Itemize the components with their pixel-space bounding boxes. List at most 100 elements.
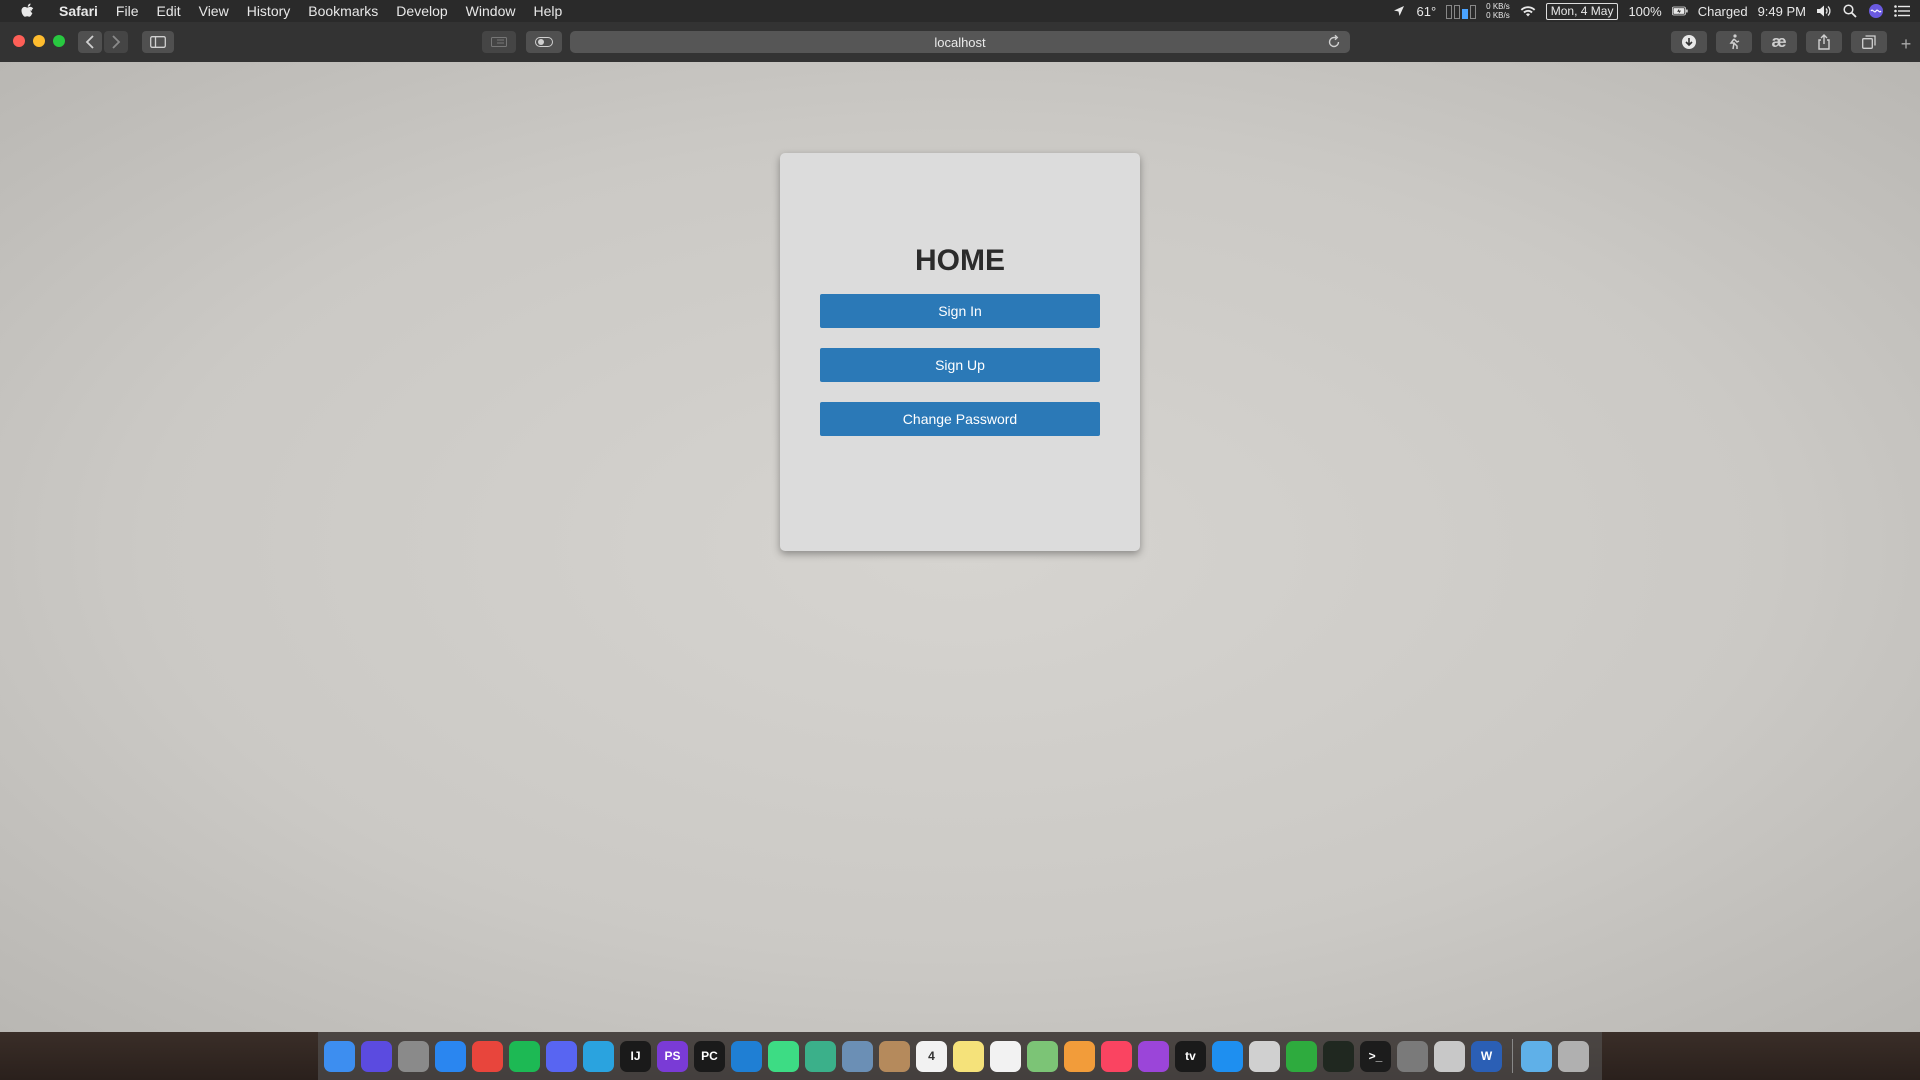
reader-mode-button[interactable] — [482, 31, 516, 53]
spotlight-search-icon[interactable] — [1842, 3, 1858, 19]
network-upload-speed: 0 KB/s — [1486, 2, 1510, 11]
menu-develop[interactable]: Develop — [387, 0, 456, 22]
volume-icon[interactable] — [1816, 3, 1832, 19]
intellij-label: IJ — [630, 1049, 641, 1063]
clock[interactable]: 9:49 PM — [1758, 4, 1806, 19]
music-icon[interactable] — [1101, 1040, 1132, 1072]
finder-icon[interactable] — [324, 1040, 355, 1072]
web-page: HOME Sign In Sign Up Change Password — [0, 62, 1920, 1032]
menu-edit[interactable]: Edit — [147, 0, 189, 22]
toggle-icon — [535, 37, 553, 47]
sign-in-button[interactable]: Sign In — [820, 294, 1100, 328]
launchpad-icon[interactable] — [398, 1040, 429, 1072]
menu-history[interactable]: History — [238, 0, 300, 22]
menu-bar: Safari File Edit View History Bookmarks … — [0, 0, 1920, 22]
download-icon — [1682, 35, 1696, 49]
battery-icon[interactable] — [1671, 3, 1688, 19]
photos-icon[interactable] — [1064, 1040, 1095, 1072]
sidebar-icon — [150, 36, 166, 48]
siri-icon[interactable] — [361, 1040, 392, 1072]
preview-icon[interactable] — [842, 1040, 873, 1072]
safari-icon[interactable] — [435, 1040, 466, 1072]
phpstorm-label: PS — [664, 1049, 681, 1063]
chevron-right-icon — [112, 35, 121, 49]
sidebar-toggle-button[interactable] — [142, 31, 174, 53]
tabs-icon — [1862, 35, 1876, 49]
podcasts-icon[interactable] — [1138, 1040, 1169, 1072]
app-menu-safari[interactable]: Safari — [50, 0, 107, 22]
spotify-icon[interactable] — [509, 1040, 540, 1072]
notes-icon[interactable] — [953, 1040, 984, 1072]
notification-center-icon[interactable] — [1894, 3, 1910, 19]
home-card: HOME Sign In Sign Up Change Password — [780, 153, 1140, 551]
address-url: localhost — [934, 34, 986, 50]
dock-separator — [1512, 1039, 1513, 1073]
dock: IJ PS PC 4 tv >_ W — [318, 1032, 1602, 1080]
terminal-icon[interactable]: >_ — [1360, 1040, 1391, 1072]
downloads-folder-icon[interactable] — [1521, 1040, 1552, 1072]
trash-icon[interactable] — [1558, 1040, 1589, 1072]
tab-overview-button[interactable] — [1851, 31, 1887, 53]
menu-file[interactable]: File — [107, 0, 148, 22]
activity-monitor-icon[interactable] — [1323, 1040, 1354, 1072]
ae-ligature-icon: æ — [1771, 32, 1787, 51]
calendar-icon[interactable]: 4 — [916, 1040, 947, 1072]
pycharm-icon[interactable]: PC — [694, 1040, 725, 1072]
battery-status[interactable]: Charged — [1698, 4, 1748, 19]
menu-help[interactable]: Help — [524, 0, 571, 22]
vscode-icon[interactable] — [731, 1040, 762, 1072]
globe-app-icon[interactable] — [1286, 1040, 1317, 1072]
script-editor-icon[interactable] — [1434, 1040, 1465, 1072]
reload-icon[interactable] — [1326, 34, 1342, 50]
discord-icon[interactable] — [546, 1040, 577, 1072]
security-agent-icon[interactable] — [1249, 1040, 1280, 1072]
wifi-icon[interactable] — [1520, 3, 1536, 19]
location-arrow-icon[interactable] — [1391, 3, 1407, 19]
change-password-button[interactable]: Change Password — [820, 402, 1100, 436]
intellij-icon[interactable]: IJ — [620, 1040, 651, 1072]
minimize-window-button[interactable] — [33, 35, 45, 47]
sign-up-button[interactable]: Sign Up — [820, 348, 1100, 382]
system-preferences-icon[interactable] — [1397, 1040, 1428, 1072]
running-figure-icon — [1729, 34, 1740, 50]
maps-icon[interactable] — [1027, 1040, 1058, 1072]
forward-button[interactable] — [104, 31, 128, 53]
apple-menu-icon[interactable] — [20, 3, 36, 19]
downloads-button[interactable] — [1671, 31, 1707, 53]
cpu-memory-meter-icon[interactable] — [1446, 3, 1477, 19]
menu-window[interactable]: Window — [457, 0, 525, 22]
extension-button-1[interactable] — [1716, 31, 1752, 53]
share-button[interactable] — [1806, 31, 1842, 53]
reminders-icon[interactable] — [990, 1040, 1021, 1072]
app-store-icon[interactable] — [1212, 1040, 1243, 1072]
date-display[interactable]: Mon, 4 May — [1545, 2, 1619, 20]
network-download-speed: 0 KB/s — [1486, 11, 1510, 20]
atom-icon[interactable] — [805, 1040, 836, 1072]
apple-tv-icon[interactable]: tv — [1175, 1040, 1206, 1072]
fullscreen-window-button[interactable] — [53, 35, 65, 47]
page-title: HOME — [915, 244, 1005, 277]
phpstorm-icon[interactable]: PS — [657, 1040, 688, 1072]
word-icon[interactable]: W — [1471, 1040, 1502, 1072]
menu-bookmarks[interactable]: Bookmarks — [299, 0, 387, 22]
chrome-icon[interactable] — [472, 1040, 503, 1072]
new-tab-button[interactable]: + — [1896, 34, 1916, 54]
back-button[interactable] — [78, 31, 102, 53]
address-bar[interactable]: localhost — [570, 31, 1350, 53]
word-label: W — [1480, 1049, 1493, 1063]
android-studio-icon[interactable] — [768, 1040, 799, 1072]
extension-button-2[interactable]: æ — [1761, 31, 1797, 53]
close-window-button[interactable] — [13, 35, 25, 47]
contacts-icon[interactable] — [879, 1040, 910, 1072]
menu-view[interactable]: View — [190, 0, 238, 22]
battery-percentage[interactable]: 100% — [1628, 4, 1661, 19]
calendar-label: 4 — [928, 1049, 935, 1063]
pycharm-label: PC — [701, 1049, 718, 1063]
apple-tv-label: tv — [1185, 1049, 1196, 1063]
network-stats[interactable]: 0 KB/s 0 KB/s — [1486, 2, 1510, 20]
content-blocker-button[interactable] — [526, 31, 562, 53]
telegram-icon[interactable] — [583, 1040, 614, 1072]
weather-temperature[interactable]: 61° — [1417, 4, 1437, 19]
browser-toolbar: localhost æ + — [0, 22, 1920, 63]
siri-menu-icon[interactable] — [1868, 3, 1884, 19]
